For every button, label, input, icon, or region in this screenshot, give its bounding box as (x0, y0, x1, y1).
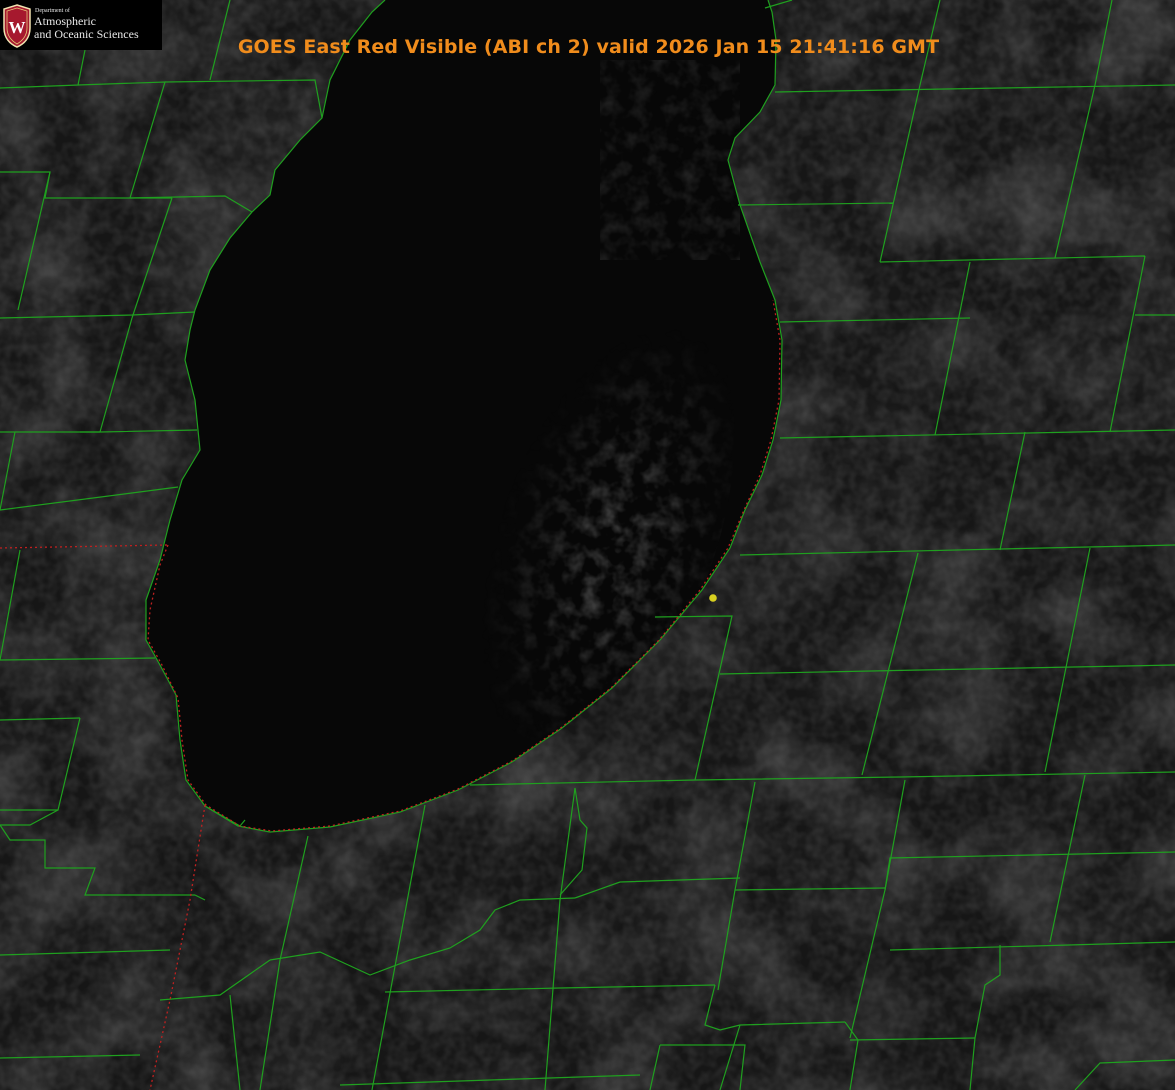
crest-letter: W (9, 18, 26, 37)
image-title: GOES East Red Visible (ABI ch 2) valid 2… (237, 36, 940, 58)
lake-effect-plume (600, 60, 740, 260)
satellite-viewer: W Department of Atmospheric and Oceanic … (0, 0, 1175, 1090)
satellite-map (0, 0, 1175, 1090)
logo-line-1: Atmospheric (34, 14, 96, 28)
location-marker-dot[interactable] (709, 594, 717, 602)
